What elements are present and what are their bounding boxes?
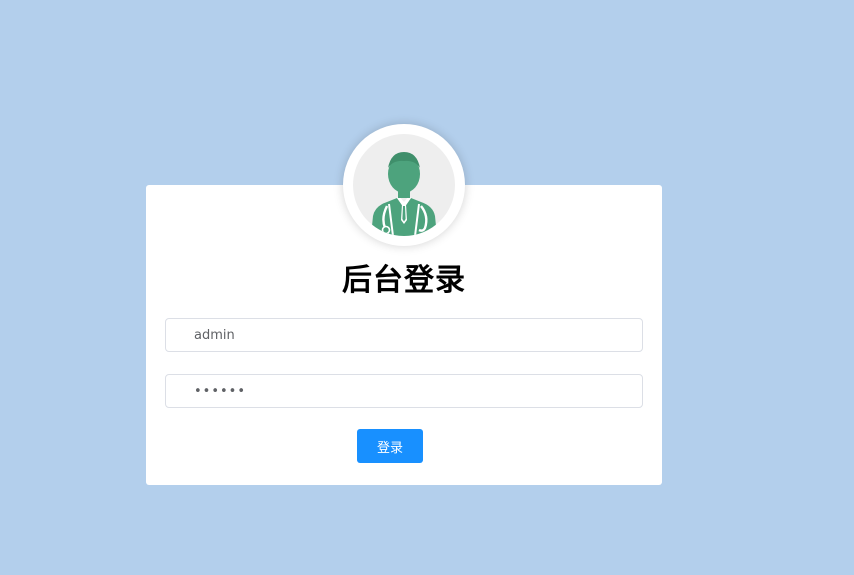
avatar-circle (353, 134, 455, 236)
doctor-avatar-icon (371, 152, 437, 236)
page-title: 后台登录 (342, 263, 466, 298)
username-input[interactable] (165, 318, 643, 352)
avatar (343, 124, 465, 246)
login-button[interactable]: 登录 (357, 429, 423, 463)
password-input[interactable] (165, 374, 643, 408)
login-page: { "login": { "title": "后台登录", "username_… (0, 0, 854, 575)
